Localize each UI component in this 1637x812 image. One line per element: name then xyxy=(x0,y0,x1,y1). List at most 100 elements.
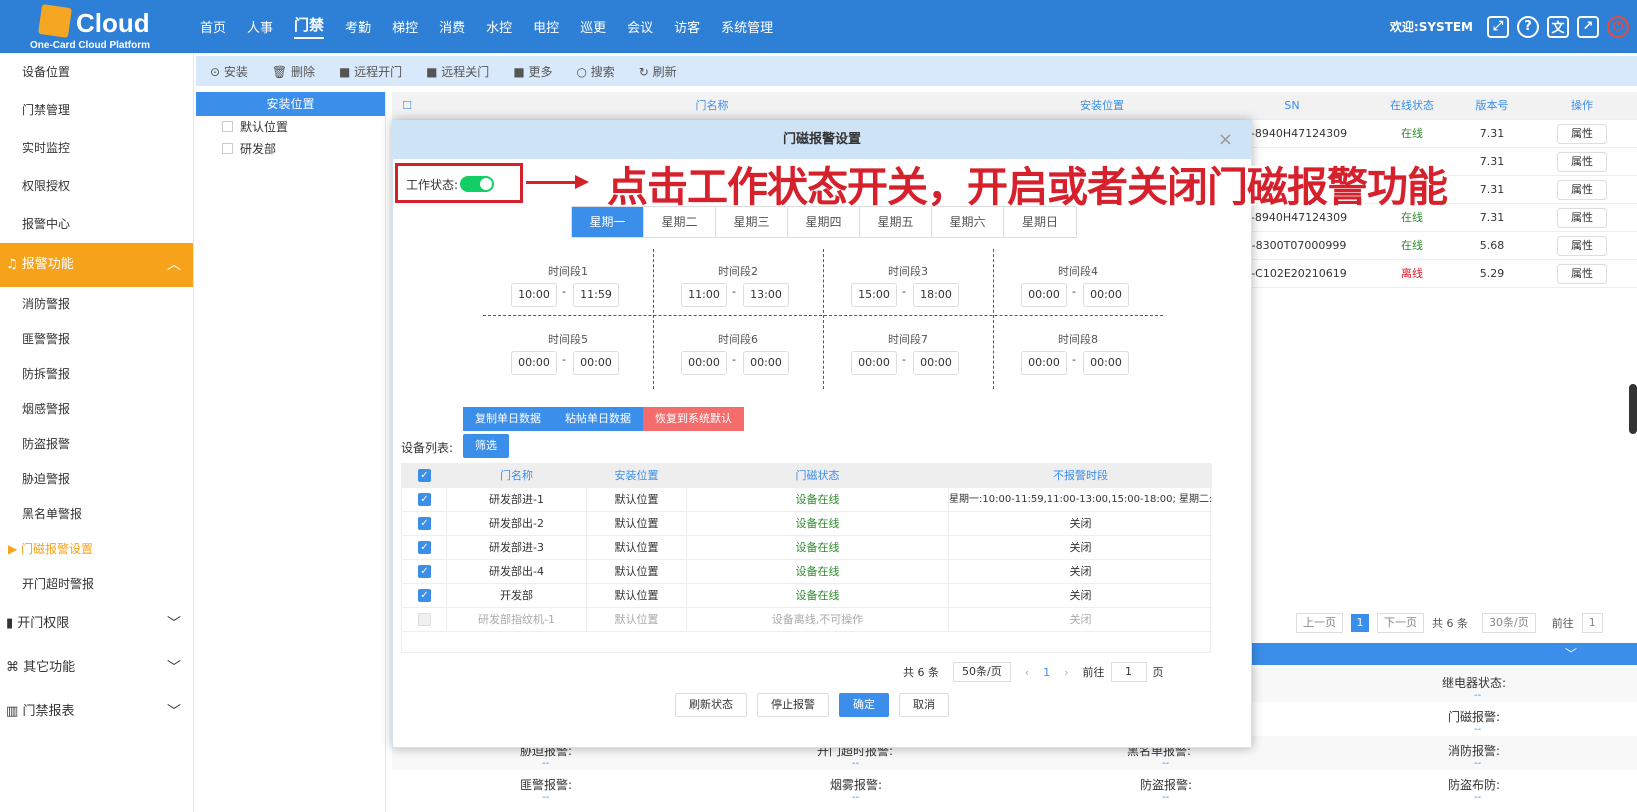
chevron-right-icon[interactable]: › xyxy=(1064,666,1068,679)
nav-consumption[interactable]: 消费 xyxy=(439,17,465,36)
end-time-input[interactable]: 00:00 xyxy=(573,351,619,375)
sidebar-sub-tamper[interactable]: 防拆警报 xyxy=(0,357,193,392)
nav-attendance[interactable]: 考勤 xyxy=(345,17,371,36)
sidebar-item-permission[interactable]: 权限授权 xyxy=(0,167,193,205)
row-checkbox[interactable]: ✓ xyxy=(402,536,447,560)
properties-button[interactable]: 属性 xyxy=(1557,180,1607,200)
help-icon[interactable]: ? xyxy=(1517,15,1539,38)
sidebar-item-realtime-monitor[interactable]: 实时监控 xyxy=(0,129,193,167)
row-checkbox[interactable]: ✓ xyxy=(402,560,447,584)
properties-button[interactable]: 属性 xyxy=(1557,152,1607,172)
sidebar-group-alarm[interactable]: ♫ 报警功能 ︿ xyxy=(0,243,193,287)
goto-input[interactable]: 1 xyxy=(1581,613,1603,633)
page-size-select[interactable]: 30条/页 xyxy=(1482,613,1536,633)
sidebar-sub-smoke[interactable]: 烟感警报 xyxy=(0,392,193,427)
copy-day-button[interactable]: 复制单日数据 xyxy=(463,407,553,431)
stop-alarm-button[interactable]: 停止报警 xyxy=(757,693,829,717)
logo[interactable]: Cloud One-Card Cloud Platform xyxy=(30,4,170,52)
tab-tuesday[interactable]: 星期二 xyxy=(644,207,716,237)
page-number[interactable]: 1 xyxy=(1351,614,1369,632)
start-time-input[interactable]: 15:00 xyxy=(851,283,897,307)
sidebar-sub-robbery[interactable]: 匪警警报 xyxy=(0,322,193,357)
expand-icon[interactable]: ⤢ xyxy=(1487,15,1509,38)
sidebar-sub-fire[interactable]: 消防警报 xyxy=(0,287,193,322)
checkbox[interactable] xyxy=(222,121,233,132)
nav-home[interactable]: 首页 xyxy=(200,17,226,36)
tab-sunday[interactable]: 星期日 xyxy=(1004,207,1076,237)
start-time-input[interactable]: 00:00 xyxy=(511,351,557,375)
properties-button[interactable]: 属性 xyxy=(1557,264,1607,284)
sidebar-group-open-permission[interactable]: ▮ 开门权限 ﹀ xyxy=(0,602,193,646)
chevron-left-icon[interactable]: ‹ xyxy=(1025,666,1029,679)
sidebar-sub-open-timeout[interactable]: 开门超时警报 xyxy=(0,567,193,602)
start-time-input[interactable]: 00:00 xyxy=(681,351,727,375)
col-status[interactable]: 在线状态 xyxy=(1372,92,1452,120)
external-link-icon[interactable]: ↗ xyxy=(1577,15,1599,38)
nav-patrol[interactable]: 巡更 xyxy=(580,17,606,36)
cancel-button[interactable]: 取消 xyxy=(899,693,949,717)
refresh-button[interactable]: ↻ 刷新 xyxy=(639,63,677,80)
end-time-input[interactable]: 11:59 xyxy=(573,283,619,307)
end-time-input[interactable]: 00:00 xyxy=(1083,283,1129,307)
properties-button[interactable]: 属性 xyxy=(1557,208,1607,228)
start-time-input[interactable]: 00:00 xyxy=(1021,283,1067,307)
select-all-checkbox[interactable]: ☐ xyxy=(392,92,422,120)
location-item[interactable]: 研发部 xyxy=(196,138,385,160)
tab-wednesday[interactable]: 星期三 xyxy=(716,207,788,237)
language-icon[interactable]: 文 xyxy=(1547,15,1569,38)
goto-input[interactable]: 1 xyxy=(1110,662,1147,682)
sidebar-sub-theft[interactable]: 防盗报警 xyxy=(0,427,193,462)
table-row[interactable]: ✓ 研发部进-1 默认位置 设备在线 星期一:10:00-11:59,11:00… xyxy=(402,488,1212,512)
row-checkbox[interactable]: ✓ xyxy=(402,512,447,536)
tab-friday[interactable]: 星期五 xyxy=(860,207,932,237)
nav-elevator[interactable]: 梯控 xyxy=(392,17,418,36)
install-button[interactable]: ⊙ 安装 xyxy=(210,63,248,80)
tab-saturday[interactable]: 星期六 xyxy=(932,207,1004,237)
sidebar-item-device-location[interactable]: 设备位置 xyxy=(0,53,193,91)
paste-day-button[interactable]: 粘帖单日数据 xyxy=(553,407,643,431)
location-item[interactable]: 默认位置 xyxy=(196,116,385,138)
end-time-input[interactable]: 00:00 xyxy=(913,351,959,375)
next-page-button[interactable]: 下一页 xyxy=(1377,613,1424,633)
page-number[interactable]: 1 xyxy=(1043,666,1050,679)
work-status-toggle[interactable] xyxy=(460,176,494,192)
nav-meeting[interactable]: 会议 xyxy=(627,17,653,36)
end-time-input[interactable]: 00:00 xyxy=(1083,351,1129,375)
end-time-input[interactable]: 18:00 xyxy=(913,283,959,307)
select-all-checkbox[interactable]: ✓ xyxy=(402,464,447,488)
sidebar-sub-duress[interactable]: 胁迫警报 xyxy=(0,462,193,497)
end-time-input[interactable]: 13:00 xyxy=(743,283,789,307)
confirm-button[interactable]: 确定 xyxy=(839,693,889,717)
sidebar-sub-door-sensor[interactable]: ▶ 门磁报警设置 xyxy=(0,532,193,567)
checkbox[interactable] xyxy=(222,143,233,154)
refresh-status-button[interactable]: 刷新状态 xyxy=(675,693,747,717)
more-button[interactable]: ■ 更多 xyxy=(513,63,552,80)
page-size-select[interactable]: 50条/页 xyxy=(953,662,1011,682)
power-icon[interactable]: ⏻ xyxy=(1607,15,1629,38)
search-button[interactable]: ○ 搜索 xyxy=(576,63,614,80)
start-time-input[interactable]: 00:00 xyxy=(1021,351,1067,375)
tab-monday[interactable]: 星期一 xyxy=(572,207,644,237)
nav-system[interactable]: 系统管理 xyxy=(721,17,773,36)
remote-open-button[interactable]: ■ 远程开门 xyxy=(339,63,402,80)
detail-bar[interactable]: ﹀ xyxy=(1245,643,1637,665)
row-checkbox[interactable]: ✓ xyxy=(402,488,447,512)
nav-access-control[interactable]: 门禁 xyxy=(294,14,325,39)
sidebar-group-reports[interactable]: ▥ 门禁报表 ﹀ xyxy=(0,690,193,734)
scrollbar[interactable] xyxy=(1629,384,1637,434)
row-checkbox[interactable]: ✓ xyxy=(402,584,447,608)
filter-button[interactable]: 筛选 xyxy=(463,434,509,458)
remote-close-button[interactable]: ■ 远程关门 xyxy=(426,63,489,80)
sidebar-item-alarm-center[interactable]: 报警中心 xyxy=(0,205,193,243)
table-row[interactable]: ✓ 研发部进-3 默认位置 设备在线 关闭 xyxy=(402,536,1212,560)
delete-button[interactable]: 🗑 删除 xyxy=(272,63,315,80)
table-row[interactable]: ✓ 开发部 默认位置 设备在线 关闭 xyxy=(402,584,1212,608)
end-time-input[interactable]: 00:00 xyxy=(743,351,789,375)
prev-page-button[interactable]: 上一页 xyxy=(1296,613,1343,633)
restore-default-button[interactable]: 恢复到系统默认 xyxy=(643,407,744,431)
sidebar-group-other[interactable]: ⌘ 其它功能 ﹀ xyxy=(0,646,193,690)
properties-button[interactable]: 属性 xyxy=(1557,236,1607,256)
start-time-input[interactable]: 11:00 xyxy=(681,283,727,307)
start-time-input[interactable]: 00:00 xyxy=(851,351,897,375)
sidebar-sub-blacklist[interactable]: 黑名单警报 xyxy=(0,497,193,532)
